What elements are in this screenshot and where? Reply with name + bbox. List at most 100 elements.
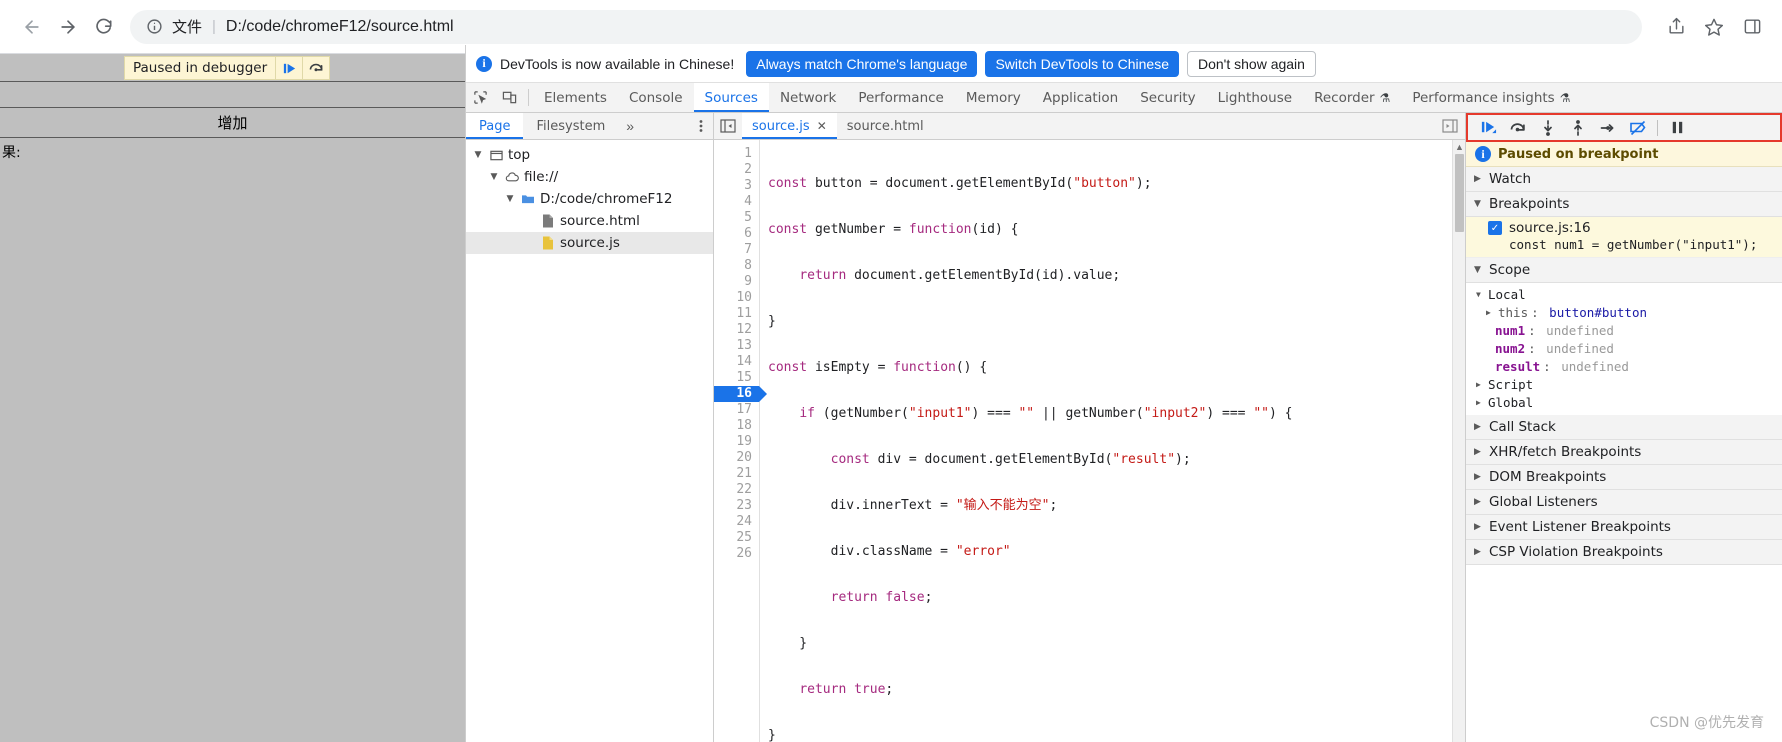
tree-node-source-js[interactable]: ▸ source.js bbox=[466, 232, 713, 254]
deactivate-breakpoints-button[interactable] bbox=[1624, 116, 1652, 140]
tab-elements[interactable]: Elements bbox=[533, 83, 618, 112]
page-add-button[interactable]: 增加 bbox=[0, 108, 465, 138]
close-icon[interactable]: ✕ bbox=[817, 119, 827, 133]
tab-application[interactable]: Application bbox=[1032, 83, 1129, 112]
chevron-right-icon[interactable]: ▶ bbox=[1476, 398, 1485, 407]
tab-performance-insights[interactable]: Performance insights ⚗ bbox=[1401, 83, 1581, 112]
address-bar[interactable]: 文件 | D:/code/chromeF12/source.html bbox=[130, 9, 1642, 44]
chevron-down-icon[interactable]: ▼ bbox=[504, 194, 516, 204]
line-number[interactable]: 14 bbox=[714, 354, 759, 370]
line-number[interactable]: 3 bbox=[714, 178, 759, 194]
line-number[interactable]: 2 bbox=[714, 162, 759, 178]
line-number[interactable]: 6 bbox=[714, 226, 759, 242]
forward-arrow-icon[interactable] bbox=[50, 9, 86, 45]
editor-tab-source-js[interactable]: source.js ✕ bbox=[742, 113, 837, 139]
line-number[interactable]: 23 bbox=[714, 498, 759, 514]
line-number[interactable]: 7 bbox=[714, 242, 759, 258]
chevron-right-icon[interactable]: ▶ bbox=[1486, 308, 1495, 317]
tab-sources[interactable]: Sources bbox=[693, 83, 769, 112]
more-tabs-chevron-icon[interactable]: » bbox=[618, 113, 642, 139]
more-options-icon[interactable] bbox=[689, 113, 713, 139]
show-debugger-icon[interactable] bbox=[1435, 113, 1465, 139]
scope-row-result[interactable]: result: undefined bbox=[1466, 357, 1782, 375]
chevron-down-icon[interactable]: ▼ bbox=[472, 150, 484, 160]
line-number[interactable]: 17 bbox=[714, 402, 759, 418]
line-number[interactable]: 5 bbox=[714, 210, 759, 226]
resume-script-icon[interactable] bbox=[276, 56, 302, 80]
reload-icon[interactable] bbox=[86, 9, 122, 45]
line-number[interactable]: 10 bbox=[714, 290, 759, 306]
breakpoint-list-item[interactable]: ✓ source.js:16 const num1 = getNumber("i… bbox=[1466, 217, 1782, 258]
tab-console[interactable]: Console bbox=[618, 83, 694, 112]
tree-node-source-html[interactable]: ▸ source.html bbox=[466, 210, 713, 232]
line-number[interactable]: 1 bbox=[714, 146, 759, 162]
scope-row-num2[interactable]: num2: undefined bbox=[1466, 339, 1782, 357]
section-global-listeners[interactable]: ▶ Global Listeners bbox=[1466, 490, 1782, 515]
step-button[interactable] bbox=[1594, 116, 1622, 140]
star-icon[interactable] bbox=[1698, 11, 1730, 43]
breakpoint-checkbox[interactable]: ✓ bbox=[1488, 221, 1502, 235]
info-circle-icon[interactable] bbox=[146, 18, 163, 35]
scope-group-script[interactable]: ▶ Script bbox=[1466, 375, 1782, 393]
code-content[interactable]: const button = document.getElementById("… bbox=[760, 140, 1452, 742]
step-out-of-current-function-button[interactable] bbox=[1564, 116, 1592, 140]
editor-scrollbar[interactable]: ▲ bbox=[1452, 140, 1465, 742]
share-icon[interactable] bbox=[1660, 11, 1692, 43]
line-number[interactable]: 9 bbox=[714, 274, 759, 290]
tab-memory[interactable]: Memory bbox=[955, 83, 1032, 112]
step-over-icon[interactable] bbox=[303, 56, 329, 80]
resume-script-execution-button[interactable] bbox=[1474, 116, 1502, 140]
tree-node-folder[interactable]: ▼ D:/code/chromeF12 bbox=[466, 188, 713, 210]
scope-row-this[interactable]: ▶ this: button#button bbox=[1466, 303, 1782, 321]
chevron-right-icon[interactable]: ▶ bbox=[1476, 380, 1485, 389]
section-event-listener-breakpoints[interactable]: ▶ Event Listener Breakpoints bbox=[1466, 515, 1782, 540]
tab-recorder[interactable]: Recorder ⚗ bbox=[1303, 83, 1401, 112]
always-match-language-button[interactable]: Always match Chrome's language bbox=[746, 50, 978, 77]
line-number[interactable]: 18 bbox=[714, 418, 759, 434]
code-editor[interactable]: 1 2 3 4 5 6 7 8 9 10 11 12 13 14 15 16 1… bbox=[714, 140, 1465, 742]
tab-lighthouse[interactable]: Lighthouse bbox=[1207, 83, 1303, 112]
line-number-breakpoint[interactable]: 16 bbox=[714, 386, 767, 402]
sidepanel-icon[interactable] bbox=[1736, 11, 1768, 43]
device-toolbar-icon[interactable] bbox=[495, 83, 524, 112]
step-over-next-function-call-button[interactable] bbox=[1504, 116, 1532, 140]
scope-group-global[interactable]: ▶ Global bbox=[1466, 393, 1782, 411]
inspect-element-icon[interactable] bbox=[466, 83, 495, 112]
switch-to-chinese-button[interactable]: Switch DevTools to Chinese bbox=[985, 50, 1179, 77]
line-number[interactable]: 22 bbox=[714, 482, 759, 498]
editor-tab-source-html[interactable]: source.html bbox=[837, 113, 934, 139]
scroll-up-icon[interactable]: ▲ bbox=[1453, 142, 1465, 152]
scrollbar-thumb[interactable] bbox=[1455, 154, 1464, 232]
line-number[interactable]: 24 bbox=[714, 514, 759, 530]
tree-node-top[interactable]: ▼ top bbox=[466, 144, 713, 166]
line-number[interactable]: 26 bbox=[714, 546, 759, 562]
nav-tab-page[interactable]: Page bbox=[466, 113, 524, 139]
line-number-gutter[interactable]: 1 2 3 4 5 6 7 8 9 10 11 12 13 14 15 16 1… bbox=[714, 140, 767, 742]
section-watch[interactable]: ▶ Watch bbox=[1466, 167, 1782, 192]
line-number[interactable]: 20 bbox=[714, 450, 759, 466]
show-navigator-icon[interactable] bbox=[714, 113, 742, 139]
section-csp-violation-breakpoints[interactable]: ▶ CSP Violation Breakpoints bbox=[1466, 540, 1782, 565]
line-number[interactable]: 12 bbox=[714, 322, 759, 338]
tab-performance[interactable]: Performance bbox=[847, 83, 955, 112]
pause-on-exceptions-button[interactable] bbox=[1663, 116, 1691, 140]
line-number[interactable]: 11 bbox=[714, 306, 759, 322]
line-number[interactable]: 4 bbox=[714, 194, 759, 210]
tab-network[interactable]: Network bbox=[769, 83, 847, 112]
step-into-next-function-call-button[interactable] bbox=[1534, 116, 1562, 140]
dont-show-again-button[interactable]: Don't show again bbox=[1186, 50, 1316, 77]
section-dom-breakpoints[interactable]: ▶ DOM Breakpoints bbox=[1466, 465, 1782, 490]
scope-row-num1[interactable]: num1: undefined bbox=[1466, 321, 1782, 339]
tree-node-file-scheme[interactable]: ▼ file:// bbox=[466, 166, 713, 188]
line-number[interactable]: 25 bbox=[714, 530, 759, 546]
scope-group-local[interactable]: ▼ Local bbox=[1466, 285, 1782, 303]
section-xhr-fetch-breakpoints[interactable]: ▶ XHR/fetch Breakpoints bbox=[1466, 440, 1782, 465]
tab-security[interactable]: Security bbox=[1129, 83, 1206, 112]
section-call-stack[interactable]: ▶ Call Stack bbox=[1466, 415, 1782, 440]
back-arrow-icon[interactable] bbox=[14, 9, 50, 45]
nav-tab-filesystem[interactable]: Filesystem bbox=[523, 113, 618, 139]
line-number[interactable]: 15 bbox=[714, 370, 759, 386]
section-scope[interactable]: ▼ Scope bbox=[1466, 258, 1782, 283]
section-breakpoints[interactable]: ▼ Breakpoints bbox=[1466, 192, 1782, 217]
line-number[interactable]: 13 bbox=[714, 338, 759, 354]
